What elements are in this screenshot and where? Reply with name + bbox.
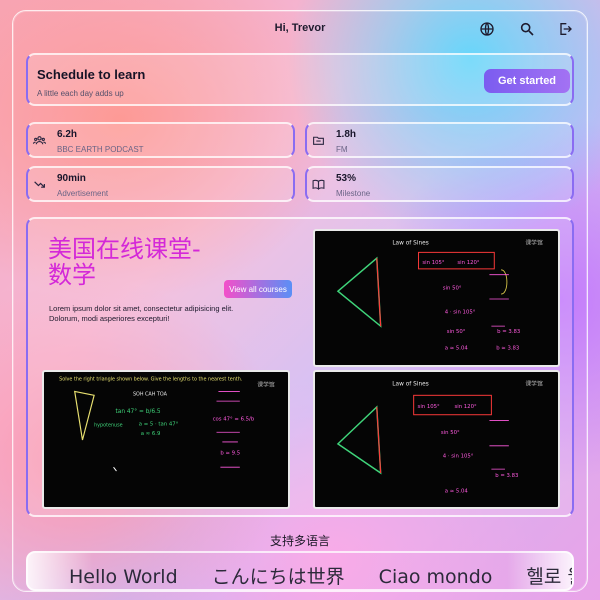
get-started-button[interactable]: Get started [484,69,570,93]
greeting: Hi, Trevor [274,22,326,34]
stat-card-milestone[interactable]: 53% Milestone [305,166,574,202]
svg-text:a = 5 · tan 47°: a = 5 · tan 47° [139,421,179,427]
svg-text:sin 105°: sin 105° [418,404,440,410]
board-watermark: 课学馆 [525,239,543,247]
stat-value: 1.8h [336,129,357,140]
svg-text:sin 50°: sin 50° [443,285,462,291]
board-heading: Law of Sines [392,382,428,388]
courses-panel: 美国在线课堂-数学 Lorem ipsum dolor sit amet, co… [26,217,574,517]
schedule-subtitle: A little each day adds up [37,89,124,98]
svg-text:a ≈ 5.04: a ≈ 5.04 [445,345,469,351]
svg-text:a ≈ 6.9: a ≈ 6.9 [141,431,161,437]
stat-value: 90min [57,173,86,184]
schedule-card: Schedule to learn A little each day adds… [26,53,574,106]
board-watermark: 课学馆 [257,381,275,389]
svg-text:hypotenuse: hypotenuse [94,422,123,428]
users-icon [33,134,46,147]
board-heading: Law of Sines [392,241,428,247]
svg-text:sin 50°: sin 50° [447,329,466,335]
courses-title: 美国在线课堂-数学 [48,235,201,289]
course-video-thumbnail[interactable]: Law of Sines 课学馆 sin 105° sin 120° sin 5… [313,229,560,367]
svg-text:sin 105°: sin 105° [422,260,444,266]
stat-card-podcast[interactable]: 6.2h BBC EARTH PODCAST [26,122,295,158]
language-item: Ciao mondo [378,566,493,588]
marquee-track: Hello World こんにちは世界 Ciao mondo 헬로 월드 [69,562,572,589]
stat-card-advertisement[interactable]: 90min Advertisement [26,166,295,202]
board-watermark: 课学馆 [525,380,543,388]
svg-text:tan 47° = b/6.5: tan 47° = b/6.5 [115,409,160,415]
stat-label: Advertisement [57,189,109,198]
language-item: こんにちは世界 [211,566,345,588]
svg-text:sin 120°: sin 120° [457,260,479,266]
language-item: 헬로 월드 [526,566,572,588]
stat-label: Milestone [336,189,371,198]
svg-text:a ≈ 5.04: a ≈ 5.04 [445,488,469,494]
stat-value: 53% [336,173,357,184]
svg-text:b ≈ 3.83: b ≈ 3.83 [496,345,519,351]
top-bar: Hi, Trevor [12,10,588,48]
svg-text:4 · sin 105°: 4 · sin 105° [445,310,476,316]
stat-value: 6.2h [57,129,78,140]
languages-title: 支持多语言 [269,534,330,548]
globe-icon[interactable] [479,21,495,37]
stat-label: BBC EARTH PODCAST [57,145,144,154]
stat-card-fm[interactable]: 1.8h FM [305,122,574,158]
courses-description: Lorem ipsum dolor sit amet, consectetur … [49,304,234,323]
search-icon[interactable] [519,21,535,37]
svg-text:4 · sin 105°: 4 · sin 105° [443,453,474,459]
book-icon [312,178,325,191]
course-video-thumbnail[interactable]: Law of Sines 课学馆 sin 105° sin 120° sin 5… [313,370,560,509]
schedule-title: Schedule to learn [37,67,146,82]
svg-text:SOH CAH TOA: SOH CAH TOA [133,391,168,397]
course-video-thumbnail[interactable]: Solve the right triangle shown below. Gi… [42,370,290,509]
logout-icon[interactable] [557,21,573,37]
stat-label: FM [336,145,348,154]
svg-text:sin 120°: sin 120° [454,404,476,410]
svg-text:b = 3.83: b = 3.83 [495,473,518,479]
view-all-courses-button[interactable]: View all courses [224,280,292,298]
languages-marquee: Hello World こんにちは世界 Ciao mondo 헬로 월드 [26,551,574,591]
board-heading: Solve the right triangle shown below. Gi… [59,377,243,383]
svg-text:b = 3.83: b = 3.83 [497,329,520,335]
svg-text:sin 50°: sin 50° [441,430,460,436]
svg-text:cos 47° = 6.5/b: cos 47° = 6.5/b [213,417,255,423]
svg-text:b ≈ 9.5: b ≈ 9.5 [220,451,240,457]
folder-icon [312,134,325,147]
trend-down-icon [33,178,46,191]
language-item: Hello World [69,566,178,588]
